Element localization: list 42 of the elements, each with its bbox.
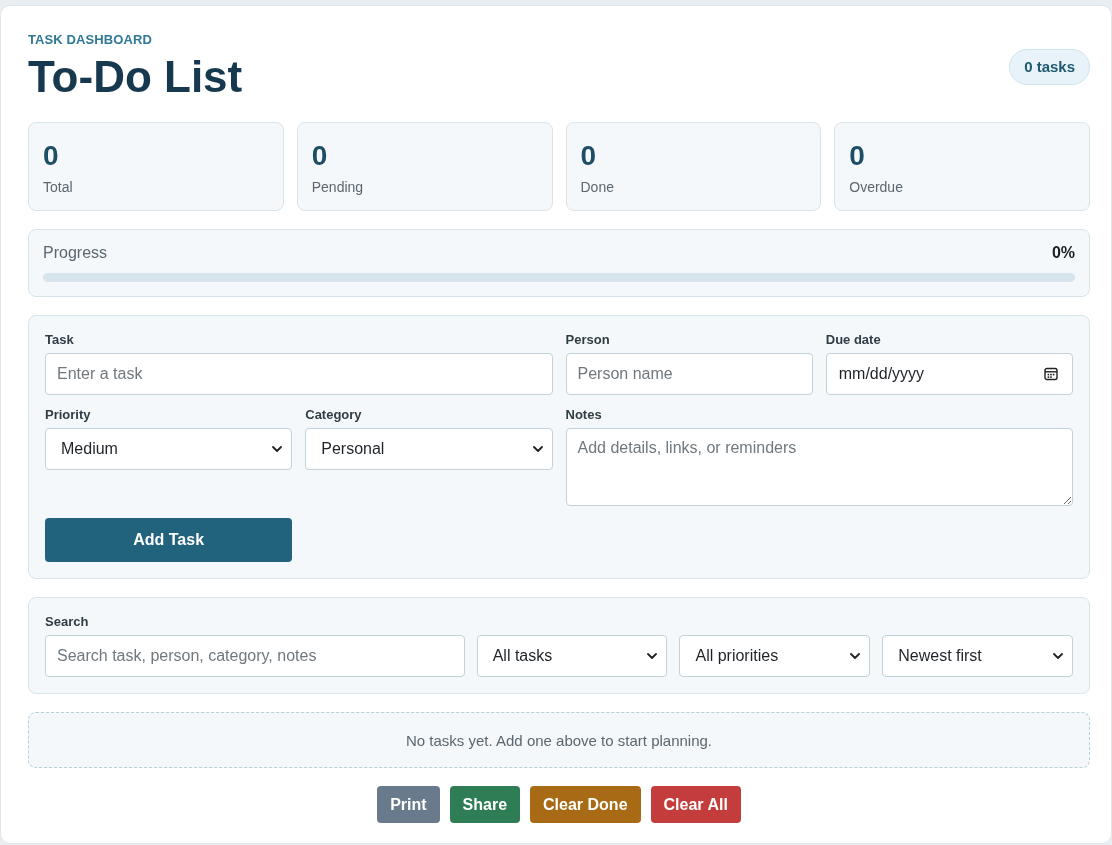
dashboard-eyebrow: TASK DASHBOARD [28, 32, 153, 48]
print-button[interactable]: Print [377, 786, 440, 823]
chevron-down-icon [532, 446, 543, 452]
person-field[interactable]: Person name [565, 353, 813, 395]
stat-label: Total [43, 178, 73, 196]
search-label: Search [45, 614, 89, 630]
search-field[interactable]: Search task, person, category, notes [45, 635, 465, 677]
chevron-down-icon [1053, 653, 1063, 659]
priority-select[interactable]: Medium [45, 428, 293, 470]
stat-value: 0 [311, 139, 328, 173]
progress-label: Progress [43, 244, 108, 262]
chevron-down-icon [850, 653, 861, 659]
add-task-button[interactable]: Add Task [45, 518, 293, 562]
field-label: Person [565, 332, 610, 348]
priority-filter-select[interactable]: All priorities [679, 635, 871, 677]
field-label: Category [305, 407, 362, 423]
stat-label: Overdue [849, 178, 903, 196]
clear-all-button[interactable]: Clear All [650, 786, 741, 823]
due-date-field[interactable]: mm/dd/yyyy [825, 353, 1073, 395]
task-field[interactable]: Enter a task [45, 353, 553, 395]
share-button[interactable]: Share [449, 786, 521, 823]
page-title: To-Do List [28, 52, 243, 102]
empty-state-message: No tasks yet. Add one above to start planning. [28, 712, 1090, 768]
chevron-down-icon [272, 446, 283, 452]
progress-reading: 0% [1051, 244, 1075, 262]
calendar-icon[interactable] [1044, 367, 1058, 381]
status-filter-select[interactable]: All tasks [476, 635, 668, 677]
stat-value: 0 [580, 139, 597, 173]
field-label: Notes [565, 407, 602, 423]
category-select[interactable]: Personal [305, 428, 553, 470]
sort-select[interactable]: Newest first [882, 635, 1073, 677]
stat-label: Done [580, 178, 614, 196]
clear-done-button[interactable]: Clear Done [530, 786, 641, 823]
chevron-down-icon [647, 653, 658, 659]
field-label: Priority [45, 407, 91, 423]
task-count-badge: 0 tasks [1009, 49, 1090, 85]
field-label: Due date [825, 332, 881, 348]
stat-value: 0 [849, 139, 865, 173]
stat-value: 0 [43, 139, 59, 173]
stat-label: Pending [311, 178, 364, 196]
notes-field[interactable]: Add details, links, or reminders [565, 428, 1073, 506]
field-label: Task [45, 332, 74, 348]
